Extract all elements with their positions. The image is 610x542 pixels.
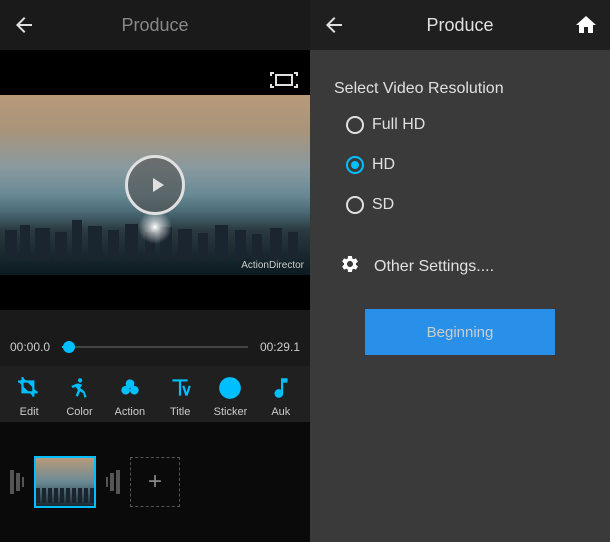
other-settings-row[interactable]: Other Settings.... — [334, 254, 586, 279]
time-start: 00:00.0 — [10, 340, 56, 354]
radio-icon-selected — [346, 156, 364, 174]
clover-icon — [116, 374, 144, 402]
radio-label: HD — [372, 156, 395, 174]
beginning-button[interactable]: Beginning — [365, 309, 555, 355]
tool-label: Action — [115, 406, 146, 418]
video-preview: ActionDirector — [0, 50, 310, 310]
left-header: Produce — [0, 0, 310, 50]
toolbar: Edit Color Action Title Sticker — [0, 366, 310, 422]
video-frame[interactable]: ActionDirector — [0, 95, 310, 275]
radio-fullhd[interactable]: Full HD — [346, 116, 586, 134]
scrubber-thumb[interactable] — [63, 341, 75, 353]
radio-icon — [346, 116, 364, 134]
other-settings-label: Other Settings.... — [374, 258, 494, 276]
tool-action[interactable]: Action — [105, 374, 155, 418]
fullscreen-icon[interactable] — [270, 70, 298, 90]
tool-sticker[interactable]: Sticker — [205, 374, 255, 418]
tool-label: Title — [170, 406, 190, 418]
right-title: Produce — [346, 15, 574, 36]
scrubber: 00:00.0 00:29.1 — [0, 310, 310, 366]
clip-handle-right-icon[interactable] — [106, 467, 120, 497]
watermark: ActionDirector — [241, 260, 304, 271]
tool-label: Edit — [20, 406, 39, 418]
resolution-title: Select Video Resolution — [334, 80, 586, 98]
radio-sd[interactable]: SD — [346, 196, 586, 214]
smiley-icon — [216, 374, 244, 402]
back-icon[interactable] — [322, 13, 346, 37]
back-icon[interactable] — [12, 13, 36, 37]
tool-label: Color — [66, 406, 92, 418]
gear-icon — [340, 254, 360, 279]
radio-icon — [346, 196, 364, 214]
left-title: Produce — [36, 15, 274, 36]
crop-icon — [15, 374, 43, 402]
plus-icon: + — [148, 468, 162, 496]
home-icon[interactable] — [574, 13, 598, 37]
radio-hd[interactable]: HD — [346, 156, 586, 174]
runner-icon — [65, 374, 93, 402]
button-label: Beginning — [427, 324, 494, 341]
radio-label: Full HD — [372, 116, 425, 134]
tool-edit[interactable]: Edit — [4, 374, 54, 418]
scrubber-track[interactable] — [62, 346, 248, 348]
music-icon — [267, 374, 295, 402]
tool-label: Auk — [271, 406, 290, 418]
play-button[interactable] — [125, 155, 185, 215]
produce-panel: Produce Select Video Resolution Full HD … — [310, 0, 610, 542]
tool-title[interactable]: Title — [155, 374, 205, 418]
tool-label: Sticker — [214, 406, 248, 418]
tool-color[interactable]: Color — [54, 374, 104, 418]
add-clip-button[interactable]: + — [130, 457, 180, 507]
right-header: Produce — [310, 0, 610, 50]
time-end: 00:29.1 — [254, 340, 300, 354]
produce-body: Select Video Resolution Full HD HD SD Ot… — [310, 50, 610, 542]
editor-panel: Produce ActionDirector — [0, 0, 310, 542]
text-icon — [166, 374, 194, 402]
radio-label: SD — [372, 196, 394, 214]
clip-thumbnail[interactable] — [34, 456, 96, 508]
tool-audio[interactable]: Auk — [256, 374, 306, 418]
clips-timeline: + — [0, 422, 310, 542]
resolution-options: Full HD HD SD — [334, 116, 586, 214]
clip-handle-left-icon[interactable] — [10, 467, 24, 497]
